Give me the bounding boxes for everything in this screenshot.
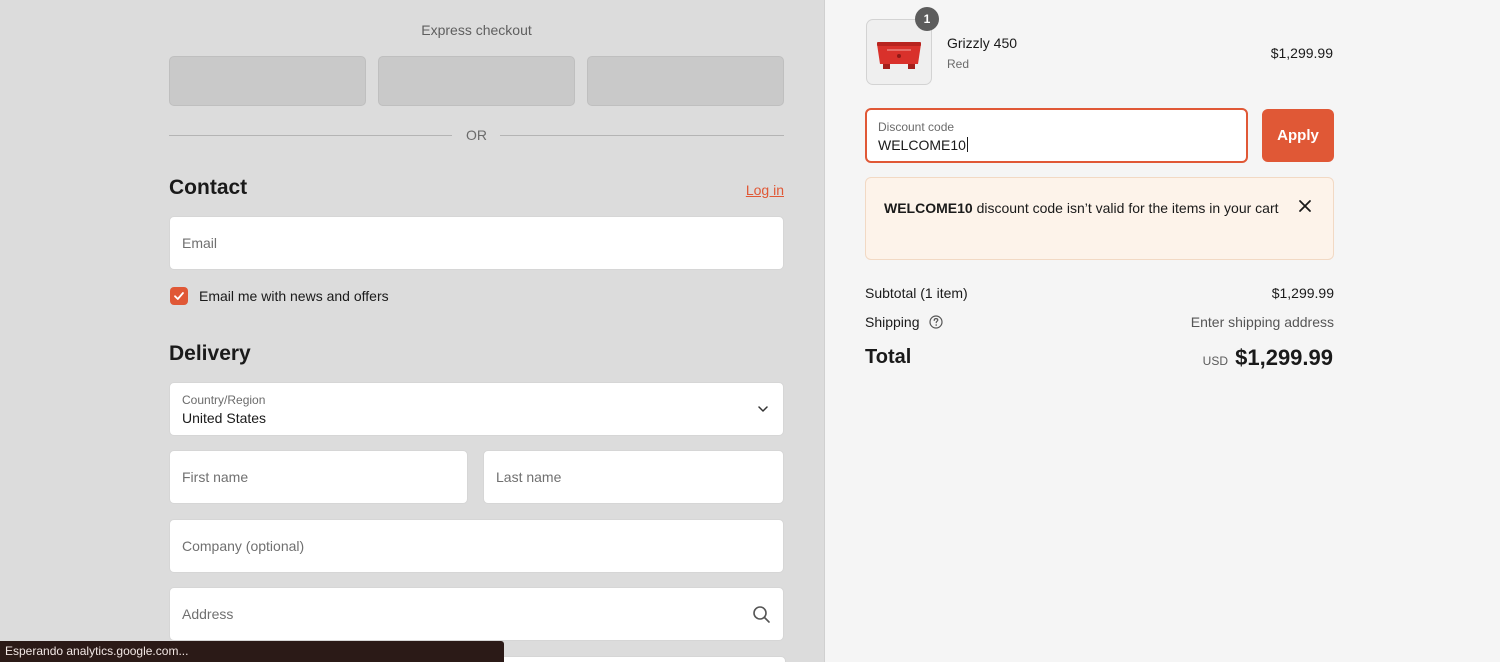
- total-label: Total: [865, 346, 912, 368]
- checkmark-icon: [174, 292, 184, 300]
- help-circle-icon[interactable]: [929, 315, 943, 329]
- discount-code-input[interactable]: Discount code WELCOME10: [865, 108, 1248, 163]
- newsletter-label: Email me with news and offers: [199, 288, 389, 304]
- discount-code-value: WELCOME10: [878, 137, 968, 153]
- company-placeholder: Company (optional): [182, 538, 305, 554]
- alert-code: WELCOME10: [884, 200, 973, 216]
- country-select[interactable]: Country/Region United States: [169, 382, 784, 436]
- divider-line-right: [500, 135, 784, 136]
- shipping-label: Shipping: [865, 314, 920, 330]
- express-pay-button-2[interactable]: [378, 56, 575, 106]
- product-price: $1,299.99: [1270, 45, 1333, 61]
- close-icon[interactable]: [1298, 199, 1312, 213]
- address-field[interactable]: Address: [169, 587, 784, 641]
- quantity-badge: 1: [915, 7, 939, 31]
- shipping-value: Enter shipping address: [1190, 314, 1334, 330]
- product-name: Grizzly 450: [947, 35, 1018, 51]
- first-name-field[interactable]: First name: [169, 450, 468, 504]
- checkout-form-panel: Express checkout OR Contact Log in Email…: [0, 0, 824, 662]
- last-name-field[interactable]: Last name: [483, 450, 784, 504]
- chevron-down-icon: [758, 406, 768, 412]
- discount-code-text: WELCOME10: [878, 137, 966, 153]
- address-placeholder: Address: [182, 606, 234, 622]
- newsletter-checkbox[interactable]: [170, 287, 188, 305]
- alert-message: WELCOME10 discount code isn’t valid for …: [884, 197, 1279, 219]
- express-pay-button-1[interactable]: [169, 56, 366, 106]
- search-icon: [753, 606, 770, 623]
- contact-heading: Contact: [169, 176, 248, 199]
- last-name-placeholder: Last name: [496, 469, 562, 485]
- order-summary-panel: 1 Grizzly 450 Red $1,299.99 Discount cod…: [824, 0, 1500, 662]
- email-field[interactable]: Email: [169, 216, 784, 270]
- email-placeholder: Email: [182, 235, 218, 251]
- product-variant: Red: [947, 57, 970, 71]
- country-label: Country/Region: [182, 393, 266, 407]
- subtotal-label: Subtotal (1 item): [865, 285, 968, 301]
- first-name-placeholder: First name: [182, 469, 249, 485]
- discount-code-label: Discount code: [878, 120, 955, 134]
- login-link[interactable]: Log in: [746, 182, 784, 198]
- total-currency: USD: [1202, 354, 1228, 368]
- subtotal-value: $1,299.99: [1271, 285, 1334, 301]
- total-value: $1,299.99: [1235, 345, 1333, 370]
- country-value: United States: [182, 410, 267, 426]
- or-divider: OR: [169, 126, 784, 146]
- apply-discount-button[interactable]: Apply: [1262, 109, 1334, 162]
- express-pay-button-3[interactable]: [587, 56, 784, 106]
- company-field[interactable]: Company (optional): [169, 519, 784, 573]
- text-caret: [966, 137, 968, 152]
- subtotal-row: Subtotal (1 item) $1,299.99: [865, 285, 1334, 301]
- shipping-row: Shipping Enter shipping address: [865, 314, 1334, 330]
- delivery-heading: Delivery: [169, 342, 251, 365]
- browser-status-bar: Esperando analytics.google.com...: [0, 641, 504, 662]
- discount-error-alert: WELCOME10 discount code isn’t valid for …: [865, 177, 1334, 260]
- express-checkout-title: Express checkout: [421, 22, 532, 38]
- alert-text: discount code isn’t valid for the items …: [972, 200, 1279, 216]
